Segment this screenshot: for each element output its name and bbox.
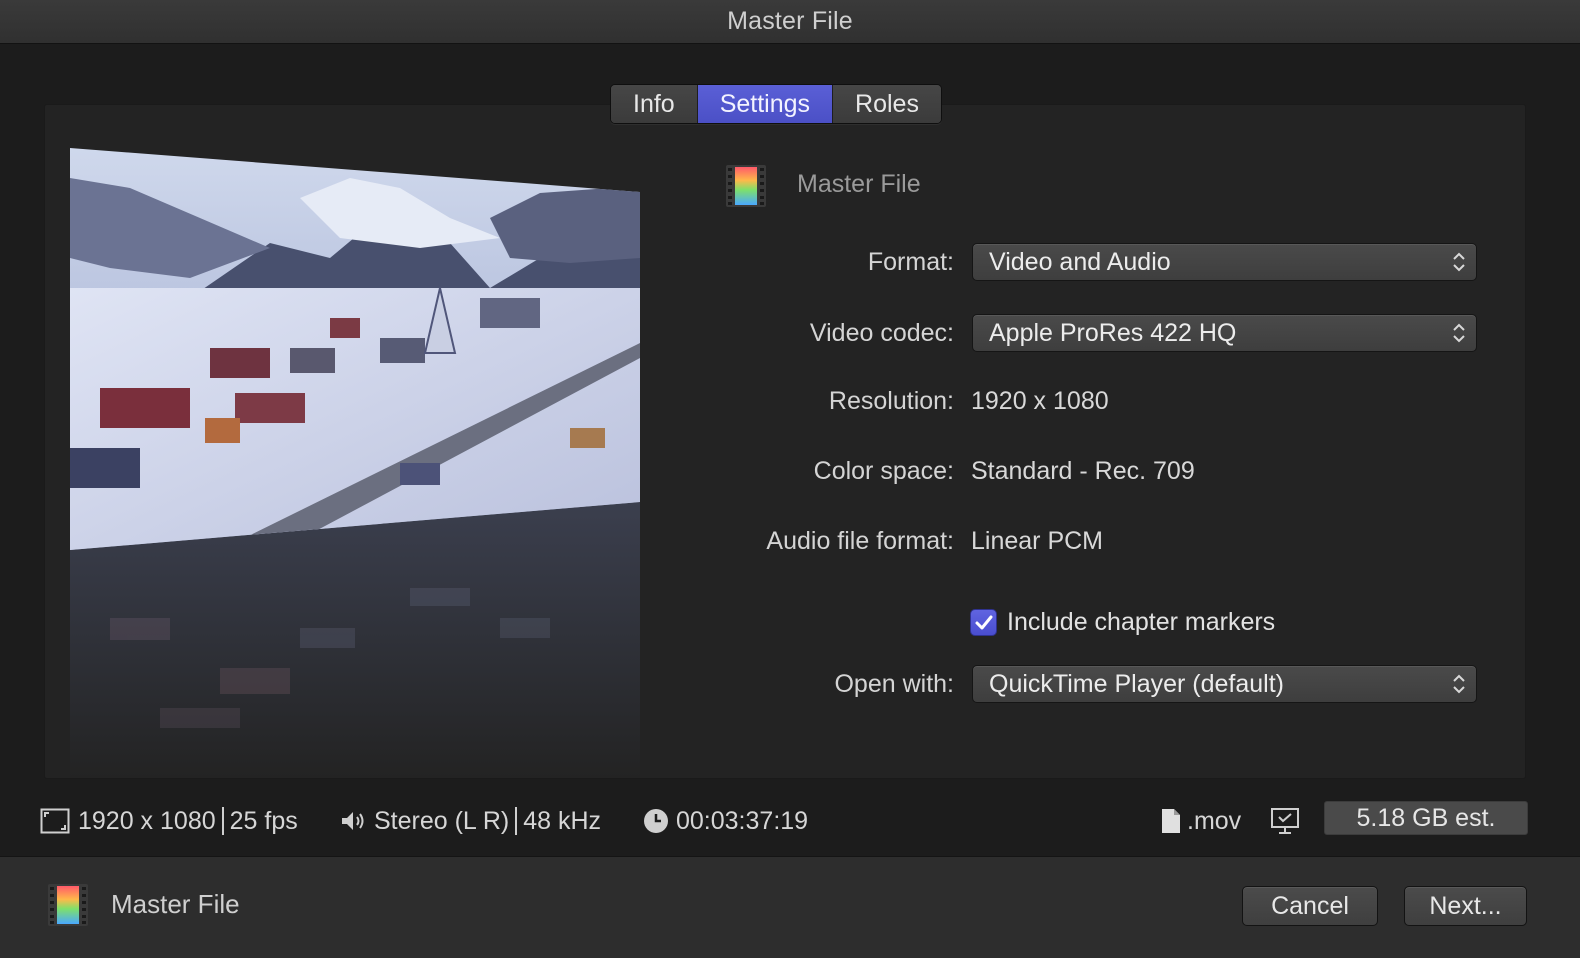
chevron-updown-icon bbox=[1453, 323, 1465, 343]
frame-size-icon bbox=[40, 808, 70, 834]
status-duration: 00:03:37:19 bbox=[676, 806, 809, 835]
destination-name: Master File bbox=[797, 170, 921, 198]
status-resolution: 1920 x 1080 bbox=[78, 806, 216, 835]
next-button[interactable]: Next... bbox=[1404, 886, 1527, 926]
colorspace-label: Color space: bbox=[813, 457, 954, 485]
codec-label: Video codec: bbox=[809, 319, 954, 347]
divider bbox=[515, 807, 518, 835]
film-strip-icon bbox=[48, 884, 88, 931]
codec-popup[interactable]: Apple ProRes 422 HQ bbox=[972, 314, 1477, 352]
checkmark-icon bbox=[975, 615, 992, 629]
chevron-updown-icon bbox=[1453, 252, 1465, 272]
colorspace-value: Standard - Rec. 709 bbox=[971, 457, 1195, 485]
preview-image bbox=[70, 148, 640, 778]
open-with-value: QuickTime Player (default) bbox=[989, 669, 1284, 698]
chapter-markers-label[interactable]: Include chapter markers bbox=[1007, 608, 1275, 637]
status-audio-info: Stereo (L R) 48 kHz bbox=[340, 803, 601, 839]
display-icon bbox=[1270, 803, 1300, 839]
status-video-info: 1920 x 1080 25 fps bbox=[40, 803, 298, 839]
format-popup[interactable]: Video and Audio bbox=[972, 243, 1477, 281]
codec-value: Apple ProRes 422 HQ bbox=[989, 318, 1237, 347]
resolution-value: 1920 x 1080 bbox=[971, 387, 1109, 415]
footer-destination-name: Master File bbox=[111, 889, 240, 919]
tab-roles[interactable]: Roles bbox=[833, 85, 941, 123]
estimated-size-badge: 5.18 GB est. bbox=[1324, 801, 1528, 835]
status-fps: 25 fps bbox=[229, 806, 298, 835]
status-extension: .mov bbox=[1187, 806, 1242, 835]
film-strip-icon bbox=[726, 165, 766, 212]
share-dialog: Master File Info Settings Roles Master F… bbox=[0, 0, 1580, 958]
format-value: Video and Audio bbox=[989, 247, 1171, 276]
tab-info[interactable]: Info bbox=[611, 85, 698, 123]
status-duration-info: 00:03:37:19 bbox=[643, 803, 808, 839]
cancel-button[interactable]: Cancel bbox=[1242, 886, 1378, 926]
divider bbox=[221, 807, 224, 835]
status-audio: Stereo (L R) bbox=[374, 806, 510, 835]
title-bar: Master File bbox=[0, 0, 1580, 44]
format-label: Format: bbox=[867, 248, 954, 276]
audio-format-label: Audio file format: bbox=[766, 527, 954, 555]
clock-icon bbox=[644, 809, 668, 833]
preview-thumbnail bbox=[70, 148, 640, 778]
speaker-icon bbox=[342, 812, 364, 830]
footer-bar: Master File Cancel Next... bbox=[0, 856, 1580, 958]
status-file-info: .mov bbox=[1161, 803, 1241, 839]
status-sample-rate: 48 kHz bbox=[523, 806, 602, 835]
open-with-popup[interactable]: QuickTime Player (default) bbox=[972, 665, 1477, 703]
audio-format-value: Linear PCM bbox=[971, 527, 1103, 555]
chevron-updown-icon bbox=[1453, 674, 1465, 694]
chapter-markers-checkbox[interactable] bbox=[970, 609, 997, 636]
resolution-label: Resolution: bbox=[828, 387, 954, 415]
open-with-label: Open with: bbox=[834, 670, 954, 698]
window-title: Master File bbox=[727, 7, 853, 35]
document-icon bbox=[1162, 809, 1180, 833]
tab-bar: Info Settings Roles bbox=[610, 84, 942, 124]
tab-settings[interactable]: Settings bbox=[697, 85, 834, 123]
